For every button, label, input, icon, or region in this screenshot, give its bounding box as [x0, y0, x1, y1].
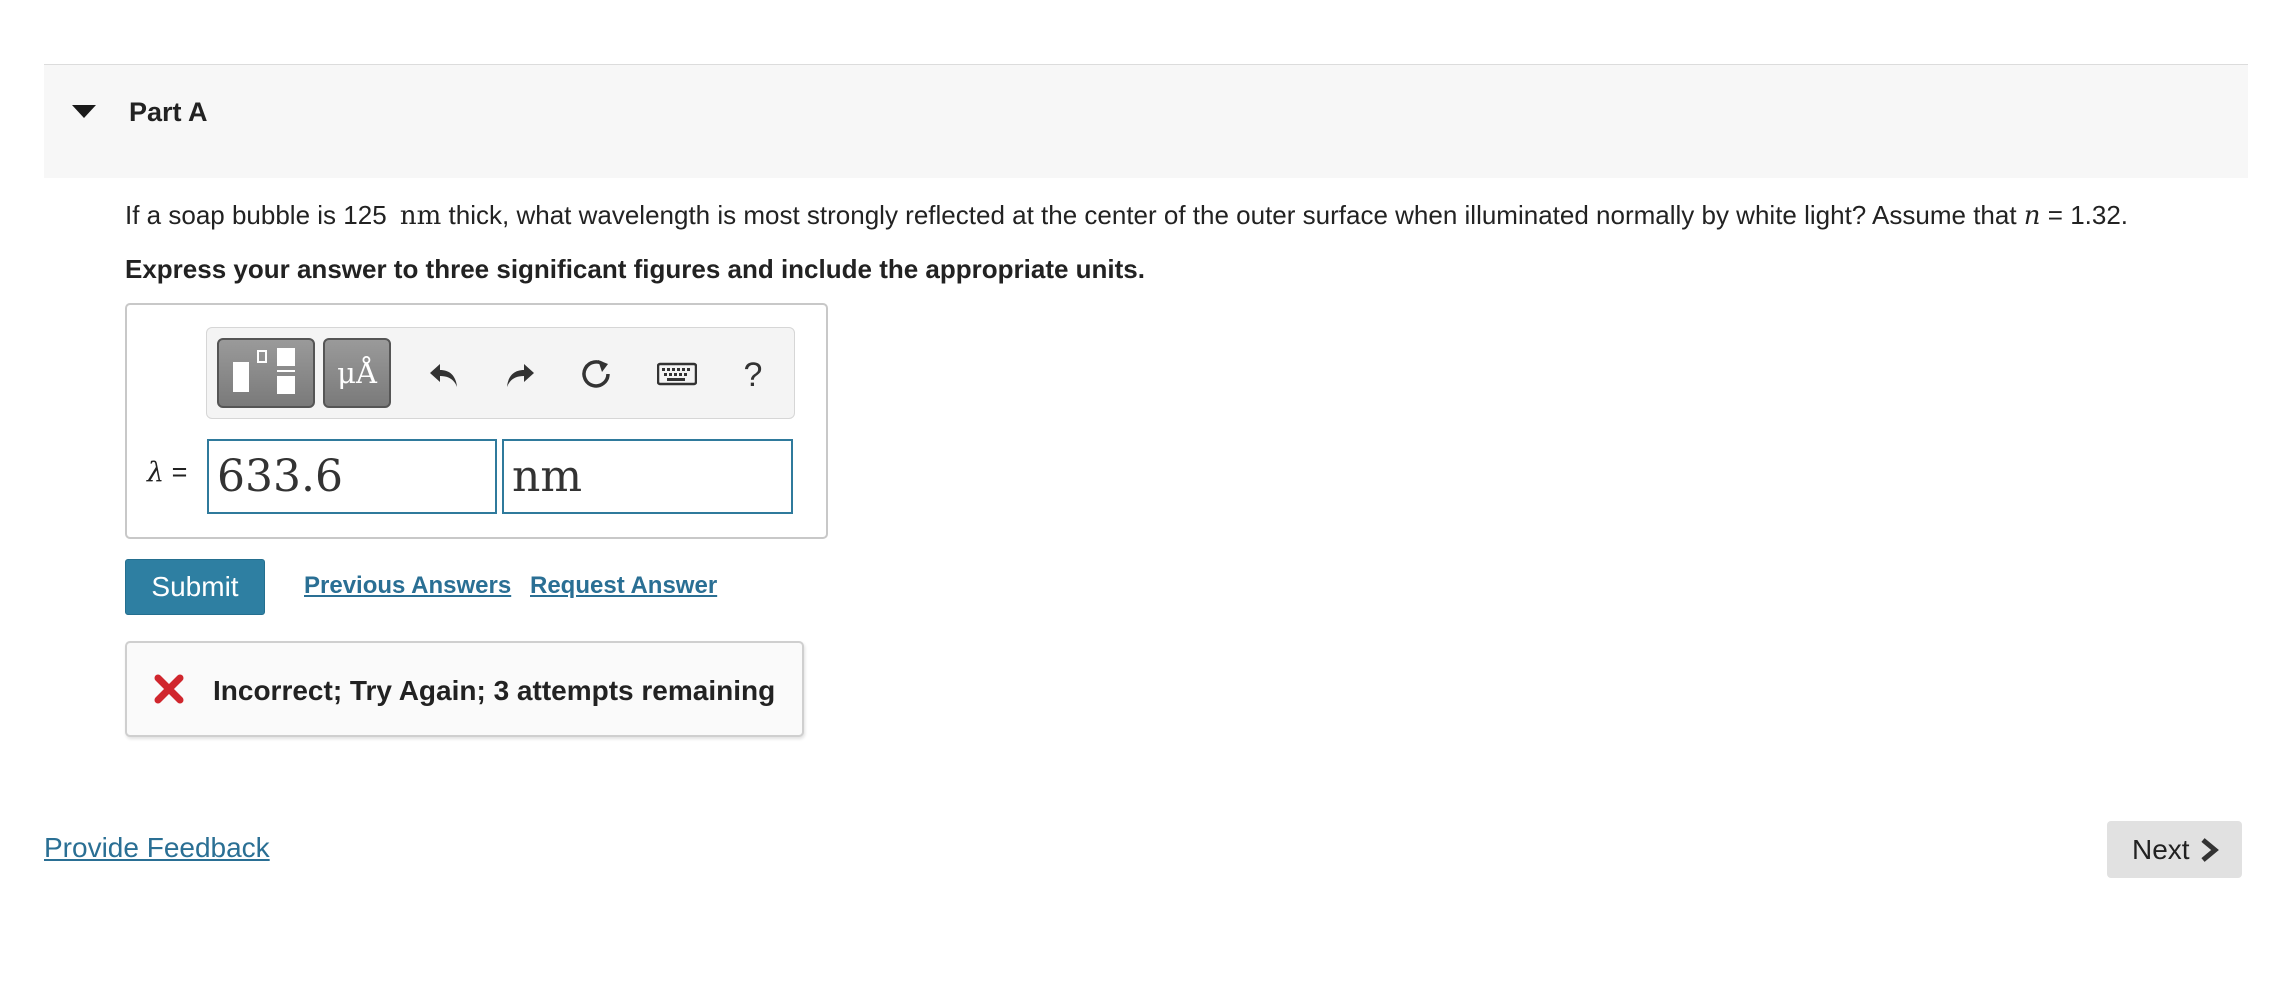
incorrect-x-icon: [154, 674, 184, 704]
next-button-label: Next: [2132, 834, 2190, 865]
lambda-symbol: λ: [147, 457, 165, 488]
answer-label: λ =: [147, 457, 187, 488]
equals-sign: =: [171, 457, 188, 487]
redo-icon: [507, 364, 534, 387]
question-text: If a soap bubble is 125 nm thick, what w…: [125, 200, 2128, 231]
thickness-value: 125: [343, 200, 387, 230]
answer-box: μÅ ? λ = 633.6 nm: [125, 303, 828, 539]
feedback-message: Incorrect; Try Again; 3 attempts remaini…: [213, 675, 776, 706]
keyboard-icon: [657, 362, 697, 386]
value-input[interactable]: [207, 439, 497, 514]
chevron-right-icon: [2201, 838, 2219, 862]
page: Part A If a soap bubble is 125 nm thick,…: [0, 0, 2292, 990]
reset-button[interactable]: [572, 346, 620, 402]
units-button-label: μÅ: [337, 356, 377, 390]
feedback-message-box: Incorrect; Try Again; 3 attempts remaini…: [125, 641, 804, 737]
templates-button[interactable]: [217, 338, 315, 408]
question-text-start: If a soap bubble is: [125, 200, 337, 230]
help-button[interactable]: ?: [729, 346, 777, 402]
refractive-index-symbol: n: [2023, 201, 2041, 231]
next-button[interactable]: Next: [2107, 821, 2242, 878]
instruction-text: Express your answer to three significant…: [125, 254, 1145, 284]
part-header[interactable]: Part A: [44, 64, 2248, 178]
previous-answers-link[interactable]: Previous Answers: [304, 572, 511, 600]
undo-icon: [430, 364, 457, 387]
request-answer-link[interactable]: Request Answer: [530, 572, 717, 600]
help-icon: ?: [743, 356, 763, 394]
question-text-rest: thick, what wavelength is most strongly …: [448, 200, 2017, 230]
caret-down-icon[interactable]: [72, 105, 96, 118]
provide-feedback-link[interactable]: Provide Feedback: [44, 832, 270, 864]
part-title: Part A: [129, 97, 208, 127]
keyboard-button[interactable]: [651, 346, 699, 402]
units-button[interactable]: μÅ: [323, 338, 391, 408]
undo-button[interactable]: [420, 346, 468, 402]
redo-button[interactable]: [496, 346, 544, 402]
thickness-unit: nm: [399, 201, 442, 231]
reset-icon: [582, 360, 610, 388]
refractive-index-value: = 1.32.: [2047, 200, 2129, 230]
submit-button[interactable]: Submit: [125, 559, 265, 615]
unit-input[interactable]: [502, 439, 793, 514]
math-toolbar: μÅ ?: [206, 327, 795, 419]
